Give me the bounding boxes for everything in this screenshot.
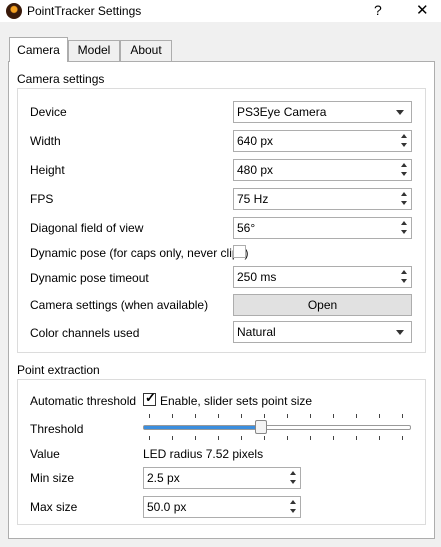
slider-tick xyxy=(333,436,334,440)
slider-tick xyxy=(218,436,219,440)
dynamic-pose-checkbox[interactable] xyxy=(233,245,246,258)
slider-tick xyxy=(379,436,380,440)
fov-label: Diagonal field of view xyxy=(30,221,144,235)
fov-value: 56° xyxy=(237,221,256,235)
device-value: PS3Eye Camera xyxy=(237,105,327,119)
spin-arrows-icon[interactable] xyxy=(398,268,410,286)
height-value: 480 px xyxy=(237,163,274,177)
slider-tick xyxy=(287,414,288,418)
threshold-slider-fill xyxy=(144,426,262,429)
slider-tick xyxy=(287,436,288,440)
color-channels-value: Natural xyxy=(237,325,276,339)
device-combo[interactable]: PS3Eye Camera xyxy=(233,101,412,123)
height-label: Height xyxy=(30,163,65,177)
close-button[interactable]: ✕ xyxy=(416,1,429,19)
checkmark-icon: ✓ xyxy=(145,390,156,405)
fps-label: FPS xyxy=(30,192,54,206)
slider-tick xyxy=(379,414,380,418)
width-value: 640 px xyxy=(237,134,274,148)
fps-value: 75 Hz xyxy=(237,192,269,206)
tab-about[interactable]: About xyxy=(120,40,172,61)
min-size-value: 2.5 px xyxy=(147,471,180,485)
slider-tick xyxy=(402,436,403,440)
auto-threshold-checkbox-label[interactable]: Enable, slider sets point size xyxy=(160,394,312,408)
dynamic-pose-timeout-label: Dynamic pose timeout xyxy=(30,271,149,285)
min-size-spinbox[interactable]: 2.5 px xyxy=(143,467,301,489)
spin-arrows-icon[interactable] xyxy=(287,469,299,487)
slider-tick xyxy=(264,414,265,418)
spin-arrows-icon[interactable] xyxy=(398,132,410,150)
width-spinbox[interactable]: 640 px xyxy=(233,130,412,152)
value-label: Value xyxy=(30,447,60,461)
camera-settings-label: Camera settings (when available) xyxy=(30,298,209,312)
color-channels-combo[interactable]: Natural xyxy=(233,321,412,343)
dynamic-pose-timeout-value: 250 ms xyxy=(237,270,277,284)
slider-tick xyxy=(149,414,150,418)
slider-tick xyxy=(149,436,150,440)
slider-tick xyxy=(195,436,196,440)
device-label: Device xyxy=(30,105,67,119)
slider-tick xyxy=(172,436,173,440)
max-size-label: Max size xyxy=(30,500,78,514)
dynamic-pose-timeout-spinbox[interactable]: 250 ms xyxy=(233,266,412,288)
min-size-label: Min size xyxy=(30,471,75,485)
fov-spinbox[interactable]: 56° xyxy=(233,217,412,239)
max-size-spinbox[interactable]: 50.0 px xyxy=(143,496,301,518)
auto-threshold-checkbox[interactable]: ✓ xyxy=(143,390,156,406)
max-size-value: 50.0 px xyxy=(147,500,187,514)
slider-tick xyxy=(356,436,357,440)
width-label: Width xyxy=(30,134,61,148)
auto-threshold-label: Automatic threshold xyxy=(30,394,137,408)
fps-spinbox[interactable]: 75 Hz xyxy=(233,188,412,210)
chevron-down-icon xyxy=(396,110,404,115)
slider-tick xyxy=(356,414,357,418)
point-extraction-group-title: Point extraction xyxy=(17,363,100,377)
height-spinbox[interactable]: 480 px xyxy=(233,159,412,181)
slider-tick xyxy=(264,436,265,440)
tab-camera[interactable]: Camera xyxy=(9,37,68,62)
slider-tick xyxy=(241,414,242,418)
app-icon xyxy=(6,3,22,19)
color-channels-label: Color channels used xyxy=(30,326,140,340)
window-title: PointTracker Settings xyxy=(27,4,142,18)
slider-tick xyxy=(172,414,173,418)
title-bar: PointTracker Settings ? ✕ xyxy=(0,0,441,22)
slider-tick xyxy=(310,436,311,440)
tab-model[interactable]: Model xyxy=(68,40,120,61)
dynamic-pose-label: Dynamic pose (for caps only, never clips… xyxy=(30,246,249,260)
open-camera-settings-button[interactable]: Open xyxy=(233,294,412,316)
help-button[interactable]: ? xyxy=(374,2,382,18)
threshold-slider-track[interactable] xyxy=(143,425,411,430)
slider-tick xyxy=(195,414,196,418)
spin-arrows-icon[interactable] xyxy=(287,498,299,516)
slider-tick xyxy=(241,436,242,440)
slider-tick xyxy=(218,414,219,418)
slider-tick xyxy=(310,414,311,418)
spin-arrows-icon[interactable] xyxy=(398,161,410,179)
threshold-slider-handle[interactable] xyxy=(254,420,267,434)
slider-tick xyxy=(402,414,403,418)
spin-arrows-icon[interactable] xyxy=(398,190,410,208)
chevron-down-icon xyxy=(396,330,404,335)
slider-tick xyxy=(333,414,334,418)
value-text: LED radius 7.52 pixels xyxy=(143,447,264,461)
spin-arrows-icon[interactable] xyxy=(398,219,410,237)
threshold-label: Threshold xyxy=(30,422,84,436)
camera-settings-group-title: Camera settings xyxy=(17,72,105,86)
